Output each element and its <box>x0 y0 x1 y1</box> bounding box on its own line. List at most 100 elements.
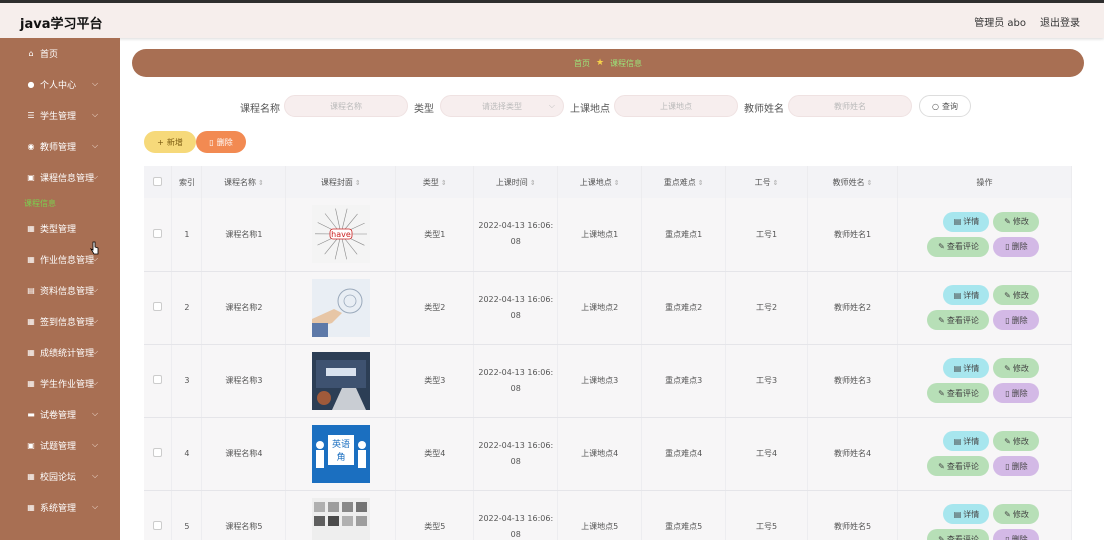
view-comments-button[interactable]: ✎ 查看评论 <box>927 529 990 540</box>
view-comments-button[interactable]: ✎ 查看评论 <box>927 236 990 257</box>
home-icon: ⌂ <box>28 49 34 58</box>
batch-delete-button[interactable]: ▯ 删除 <box>196 131 246 153</box>
row-delete-button[interactable]: ▯ 删除 <box>993 383 1040 403</box>
staff-no-cell: 工号2 <box>725 271 809 345</box>
index-cell: 1 <box>171 198 203 272</box>
row-checkbox[interactable] <box>153 375 163 384</box>
course-name-cell: 课程名称5 <box>201 490 287 540</box>
sidebar-item[interactable]: ▦ 学生作业管理 ⌵ <box>0 368 120 399</box>
column-header[interactable]: 上课时间 ⇕ <box>473 166 559 198</box>
key-point-cell: 重点难点1 <box>641 198 727 272</box>
row-delete-button[interactable]: ▯ 删除 <box>993 529 1040 540</box>
pencil-icon: ✎ <box>938 388 945 398</box>
sort-icon[interactable]: ⇕ <box>698 179 704 187</box>
column-header-label: 操作 <box>976 177 993 187</box>
sort-icon[interactable]: ⇕ <box>530 179 536 187</box>
sidebar-item-label: 学生管理 <box>40 112 77 122</box>
grid-icon: ▦ <box>27 255 35 264</box>
teacher-name-cell: 教师姓名3 <box>807 344 898 418</box>
row-delete-button[interactable]: ▯ 删除 <box>993 236 1040 257</box>
row-delete-button[interactable]: ▯ 删除 <box>993 310 1040 330</box>
row-checkbox[interactable] <box>153 228 163 238</box>
view-comments-button[interactable]: ✎ 查看评论 <box>927 456 990 476</box>
logout-link[interactable]: 退出登录 <box>1040 14 1080 29</box>
detail-button[interactable]: ▤ 详情 <box>943 285 990 305</box>
delete-label: 删除 <box>1011 388 1028 398</box>
sidebar-item[interactable]: ▤ 资料信息管理 ⌵ <box>0 275 120 306</box>
teacher-input[interactable]: 教师姓名 <box>788 95 912 117</box>
type-cell: 类型4 <box>395 417 475 491</box>
sidebar-subitem[interactable]: 课程信息 <box>0 193 120 213</box>
edit-button[interactable]: ✎ 修改 <box>993 431 1040 451</box>
pencil-icon: ✎ <box>1004 290 1011 300</box>
sort-icon[interactable]: ⇕ <box>441 179 447 187</box>
sidebar-item-label: 系统管理 <box>40 504 77 514</box>
column-header[interactable]: 类型 ⇕ <box>395 166 475 198</box>
sidebar: ⌂ 首页 ● 个人中心 ⌵ ☰ 学生管理 ⌵ ◉ 教师管理 ⌵ ▣ 课程信息管理 ⌵ 课程信息 ▦ 类型管理 ▦ 作… <box>0 38 120 540</box>
column-header[interactable]: 工号 ⇕ <box>725 166 809 198</box>
detail-label: 详情 <box>963 290 980 300</box>
place-input[interactable]: 上课地点 <box>614 95 738 117</box>
sidebar-item[interactable]: ▬ 试卷管理 ⌵ <box>0 399 120 430</box>
query-button[interactable]: ○ 查询 <box>919 95 971 117</box>
detail-button[interactable]: ▤ 详情 <box>943 211 990 232</box>
course-name-input[interactable]: 课程名称 <box>284 95 408 117</box>
sidebar-item[interactable]: ▦ 成绩统计管理 ⌵ <box>0 337 120 368</box>
sidebar-item[interactable]: ▦ 类型管理 <box>0 213 120 244</box>
sidebar-item[interactable]: ● 个人中心 ⌵ <box>0 69 120 100</box>
row-delete-button[interactable]: ▯ 删除 <box>993 456 1040 476</box>
view-comments-button[interactable]: ✎ 查看评论 <box>927 383 990 403</box>
sidebar-item[interactable]: ◉ 教师管理 ⌵ <box>0 131 120 162</box>
column-header[interactable]: 课程名称 ⇕ <box>201 166 287 198</box>
view-comments-button[interactable]: ✎ 查看评论 <box>927 310 990 330</box>
row-checkbox[interactable] <box>153 448 163 457</box>
sidebar-item[interactable]: ☰ 学生管理 ⌵ <box>0 100 120 131</box>
sidebar-item[interactable]: ▦ 系统管理 ⌵ <box>0 492 120 523</box>
sidebar-item[interactable]: ▦ 签到信息管理 ⌵ <box>0 306 120 337</box>
table-row: 4 课程名称4 英语角类型4 2022-04-13 16:06: 08 上课地点4 重点难点… <box>144 417 1073 491</box>
sidebar-item[interactable]: ▣ 试题管理 ⌵ <box>0 430 120 461</box>
column-header[interactable]: 课程封面 ⇕ <box>285 166 397 198</box>
sidebar-item[interactable]: ▦ 校园论坛 ⌵ <box>0 461 120 492</box>
delete-label: 删除 <box>1011 534 1028 540</box>
column-header[interactable]: 上课地点 ⇕ <box>557 166 643 198</box>
chevron-down-icon: ⌵ <box>92 316 99 325</box>
edit-button[interactable]: ✎ 修改 <box>993 211 1040 232</box>
delete-label: 删除 <box>1011 461 1028 471</box>
breadcrumb-home[interactable]: 首页 <box>574 58 590 69</box>
sort-icon[interactable]: ⇕ <box>614 179 620 187</box>
doc-icon: ▤ <box>953 217 962 227</box>
column-header[interactable]: 教师姓名 ⇕ <box>807 166 898 198</box>
sidebar-item[interactable]: ▣ 课程信息管理 ⌵ <box>0 162 120 193</box>
sidebar-item[interactable]: ▦ 作业信息管理 ⌵ <box>0 244 120 275</box>
comment-label: 查看评论 <box>946 388 979 398</box>
select-all-checkbox[interactable] <box>153 176 163 186</box>
column-header[interactable]: 重点难点 ⇕ <box>641 166 727 198</box>
sort-icon[interactable]: ⇕ <box>773 179 779 187</box>
add-button[interactable]: + 新增 <box>144 131 196 153</box>
row-checkbox[interactable] <box>153 521 163 530</box>
chevron-down-icon: ⌵ <box>92 440 99 449</box>
type-select[interactable]: 请选择类型 ⌵ <box>440 95 564 117</box>
detail-button[interactable]: ▤ 详情 <box>943 431 990 451</box>
edit-button[interactable]: ✎ 修改 <box>993 504 1040 524</box>
pencil-icon: ✎ <box>1004 436 1011 446</box>
time-line-2: 08 <box>510 310 521 320</box>
current-user[interactable]: 管理员 abo <box>974 14 1026 29</box>
place-cell: 上课地点2 <box>557 271 643 345</box>
sort-icon[interactable]: ⇕ <box>867 179 873 187</box>
delete-label: 删除 <box>1011 315 1028 325</box>
batch-delete-label: 删除 <box>216 137 233 147</box>
type-label: 类型 <box>414 104 434 115</box>
row-checkbox[interactable] <box>153 302 163 311</box>
sidebar-item[interactable]: ⌂ 首页 <box>0 38 120 69</box>
detail-button[interactable]: ▤ 详情 <box>943 358 990 378</box>
edit-button[interactable]: ✎ 修改 <box>993 358 1040 378</box>
edit-button[interactable]: ✎ 修改 <box>993 285 1040 305</box>
cover-text: 英语 <box>332 438 350 450</box>
sort-icon[interactable]: ⇕ <box>258 179 264 187</box>
sort-icon[interactable]: ⇕ <box>355 179 361 187</box>
detail-button[interactable]: ▤ 详情 <box>943 504 990 524</box>
chevron-down-icon: ⌵ <box>92 110 99 119</box>
cover-cell: 英语角 <box>285 417 397 491</box>
